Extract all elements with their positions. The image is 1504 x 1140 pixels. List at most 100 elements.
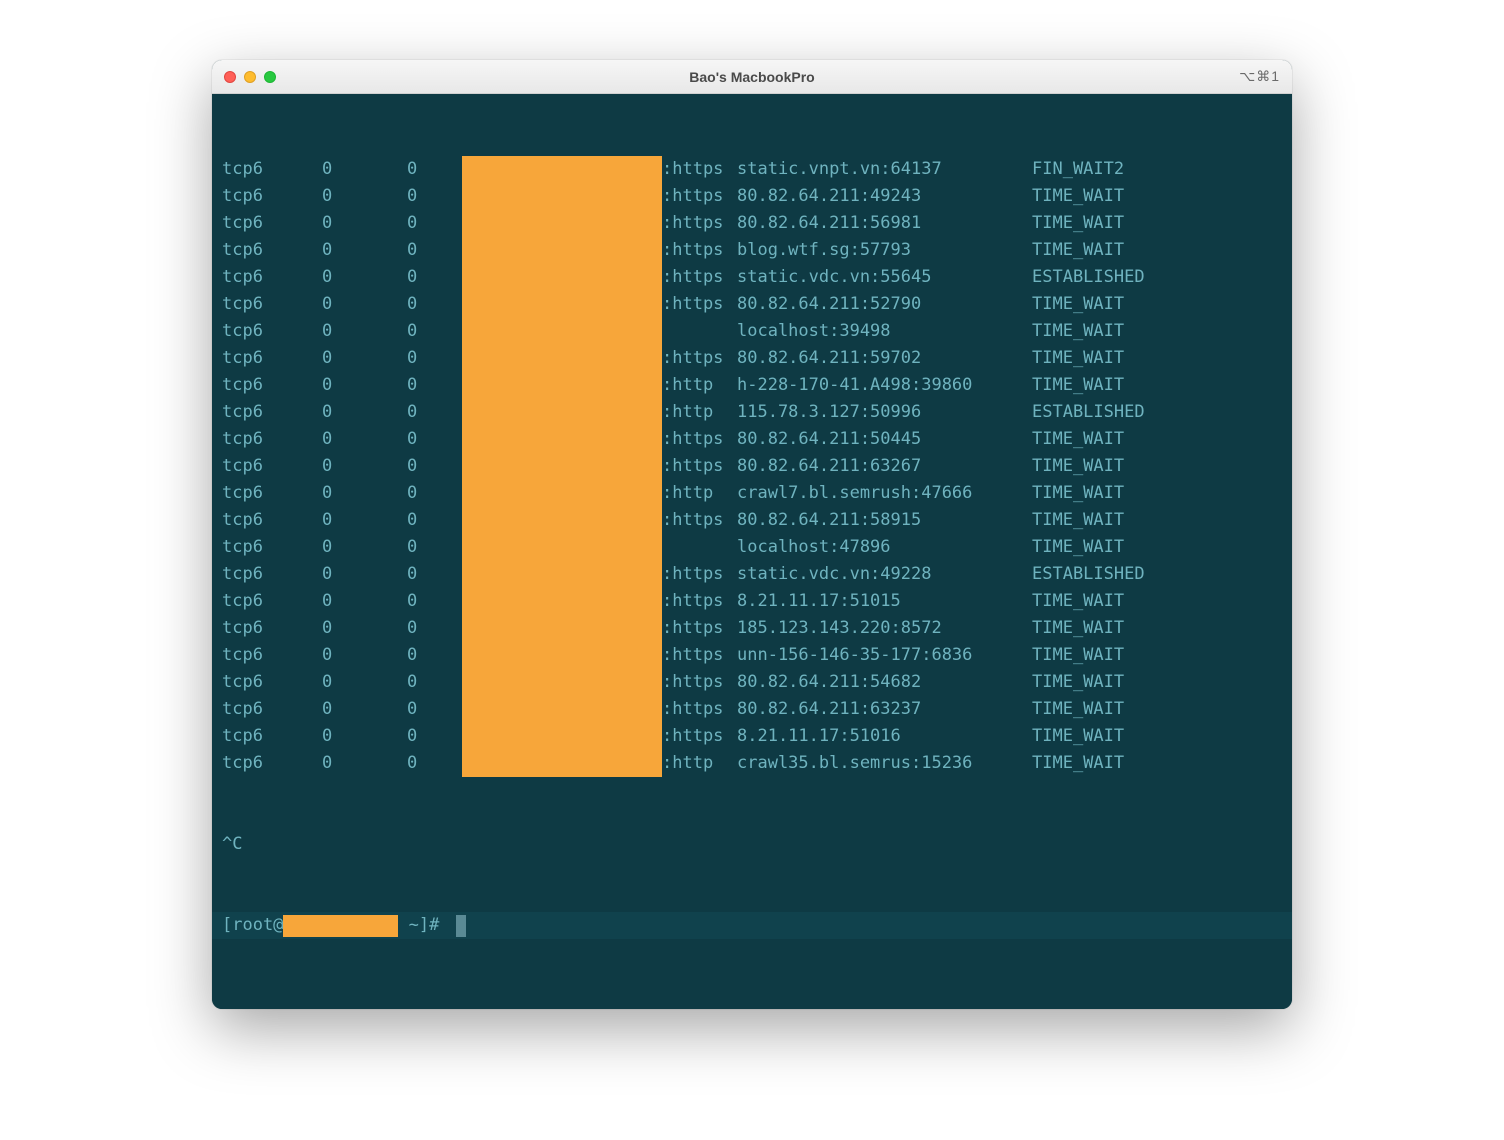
prompt-suffix: ~]# <box>398 912 449 939</box>
foreign-address-cell: 80.82.64.211:63237 <box>737 696 1032 723</box>
local-port-cell: :http <box>662 372 737 399</box>
proto-cell: tcp6 <box>222 480 322 507</box>
state-cell: TIME_WAIT <box>1032 291 1282 318</box>
local-port-cell: :https <box>662 426 737 453</box>
redacted-local-address <box>462 480 662 507</box>
local-port-cell: :https <box>662 561 737 588</box>
proto-cell: tcp6 <box>222 696 322 723</box>
redacted-local-address <box>462 534 662 561</box>
proto-cell: tcp6 <box>222 210 322 237</box>
close-icon[interactable] <box>224 71 236 83</box>
foreign-address-cell: 80.82.64.211:59702 <box>737 345 1032 372</box>
local-port-cell: :https <box>662 264 737 291</box>
recv-cell: 0 <box>322 237 407 264</box>
redacted-local-address <box>462 237 662 264</box>
state-cell: TIME_WAIT <box>1032 534 1282 561</box>
local-port-cell: :https <box>662 642 737 669</box>
send-cell: 0 <box>407 183 462 210</box>
prompt-prefix: [root@ <box>222 912 283 939</box>
foreign-address-cell: unn-156-146-35-177:6836 <box>737 642 1032 669</box>
send-cell: 0 <box>407 318 462 345</box>
redacted-local-address <box>462 615 662 642</box>
recv-cell: 0 <box>322 615 407 642</box>
send-cell: 0 <box>407 642 462 669</box>
state-cell: ESTABLISHED <box>1032 399 1282 426</box>
send-cell: 0 <box>407 534 462 561</box>
send-cell: 0 <box>407 507 462 534</box>
state-cell: TIME_WAIT <box>1032 183 1282 210</box>
netstat-row: tcp600:httpcrawl7.bl.semrush:47666TIME_W… <box>222 480 1282 507</box>
foreign-address-cell: static.vdc.vn:49228 <box>737 561 1032 588</box>
redacted-local-address <box>462 318 662 345</box>
foreign-address-cell: static.vnpt.vn:64137 <box>737 156 1032 183</box>
netstat-row: tcp600:httpsblog.wtf.sg:57793TIME_WAIT <box>222 237 1282 264</box>
netstat-row: tcp600localhost:39498TIME_WAIT <box>222 318 1282 345</box>
proto-cell: tcp6 <box>222 669 322 696</box>
foreign-address-cell: 8.21.11.17:51015 <box>737 588 1032 615</box>
netstat-row: tcp600:https8.21.11.17:51016TIME_WAIT <box>222 723 1282 750</box>
state-cell: ESTABLISHED <box>1032 264 1282 291</box>
recv-cell: 0 <box>322 156 407 183</box>
cursor <box>456 915 466 937</box>
redacted-local-address <box>462 750 662 777</box>
proto-cell: tcp6 <box>222 507 322 534</box>
proto-cell: tcp6 <box>222 291 322 318</box>
local-port-cell: :https <box>662 615 737 642</box>
send-cell: 0 <box>407 237 462 264</box>
proto-cell: tcp6 <box>222 264 322 291</box>
local-port-cell: :http <box>662 399 737 426</box>
state-cell: ESTABLISHED <box>1032 561 1282 588</box>
state-cell: TIME_WAIT <box>1032 426 1282 453</box>
foreign-address-cell: h-228-170-41.A498:39860 <box>737 372 1032 399</box>
prompt-line[interactable]: [root@ ~]# <box>222 912 1282 939</box>
recv-cell: 0 <box>322 723 407 750</box>
maximize-icon[interactable] <box>264 71 276 83</box>
foreign-address-cell: 80.82.64.211:58915 <box>737 507 1032 534</box>
proto-cell: tcp6 <box>222 345 322 372</box>
state-cell: TIME_WAIT <box>1032 615 1282 642</box>
local-port-cell: :https <box>662 183 737 210</box>
netstat-row: tcp600:https80.82.64.211:63267TIME_WAIT <box>222 453 1282 480</box>
foreign-address-cell: 115.78.3.127:50996 <box>737 399 1032 426</box>
send-cell: 0 <box>407 156 462 183</box>
redacted-local-address <box>462 561 662 588</box>
local-port-cell: :https <box>662 723 737 750</box>
proto-cell: tcp6 <box>222 588 322 615</box>
redacted-local-address <box>462 588 662 615</box>
netstat-row: tcp600localhost:47896TIME_WAIT <box>222 534 1282 561</box>
redacted-local-address <box>462 372 662 399</box>
foreign-address-cell: static.vdc.vn:55645 <box>737 264 1032 291</box>
proto-cell: tcp6 <box>222 156 322 183</box>
minimize-icon[interactable] <box>244 71 256 83</box>
proto-cell: tcp6 <box>222 750 322 777</box>
redacted-local-address <box>462 291 662 318</box>
local-port-cell: :https <box>662 291 737 318</box>
local-port-cell: :https <box>662 507 737 534</box>
recv-cell: 0 <box>322 264 407 291</box>
foreign-address-cell: localhost:39498 <box>737 318 1032 345</box>
foreign-address-cell: 80.82.64.211:49243 <box>737 183 1032 210</box>
send-cell: 0 <box>407 723 462 750</box>
proto-cell: tcp6 <box>222 642 322 669</box>
recv-cell: 0 <box>322 345 407 372</box>
recv-cell: 0 <box>322 318 407 345</box>
local-port-cell: :https <box>662 696 737 723</box>
netstat-row: tcp600:https80.82.64.211:58915TIME_WAIT <box>222 507 1282 534</box>
netstat-row: tcp600:httpcrawl35.bl.semrus:15236TIME_W… <box>222 750 1282 777</box>
state-cell: TIME_WAIT <box>1032 345 1282 372</box>
recv-cell: 0 <box>322 534 407 561</box>
window-shortcut: ⌥⌘1 <box>1239 68 1280 85</box>
redacted-local-address <box>462 453 662 480</box>
recv-cell: 0 <box>322 399 407 426</box>
send-cell: 0 <box>407 480 462 507</box>
proto-cell: tcp6 <box>222 615 322 642</box>
recv-cell: 0 <box>322 183 407 210</box>
local-port-cell: :https <box>662 237 737 264</box>
recv-cell: 0 <box>322 453 407 480</box>
netstat-row: tcp600:httpsstatic.vdc.vn:55645ESTABLISH… <box>222 264 1282 291</box>
terminal-body[interactable]: tcp600:httpsstatic.vnpt.vn:64137FIN_WAIT… <box>212 94 1292 1009</box>
interrupt-line: ^C <box>222 831 1282 858</box>
traffic-lights <box>224 71 276 83</box>
window-titlebar[interactable]: Bao's MacbookPro ⌥⌘1 <box>212 60 1292 94</box>
state-cell: TIME_WAIT <box>1032 237 1282 264</box>
